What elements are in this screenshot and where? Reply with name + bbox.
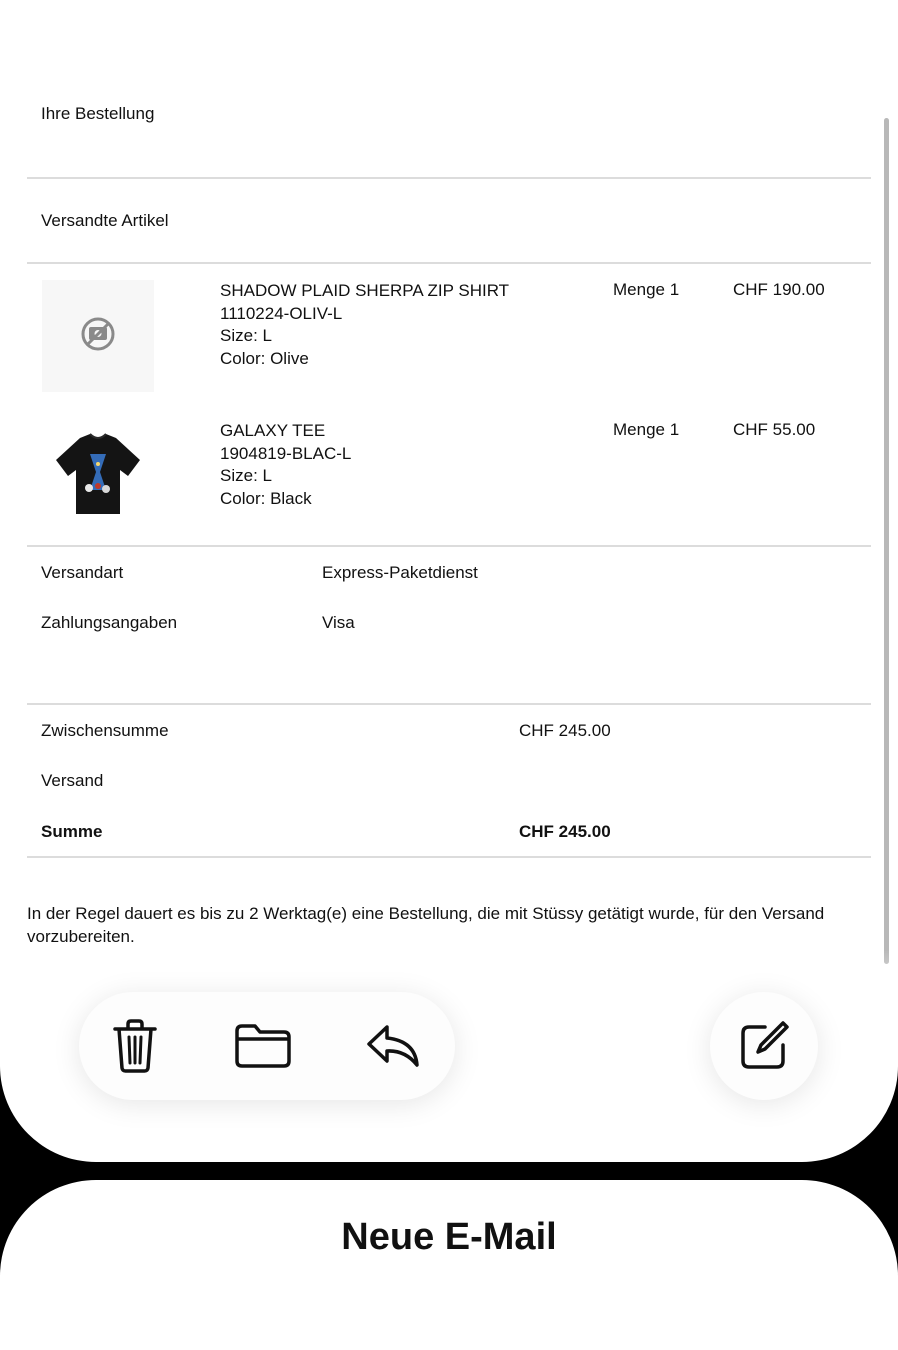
mail-message-sheet: Ihre Bestellung Versandte Artikel SHADOW…: [0, 0, 898, 1162]
reply-button[interactable]: [359, 1012, 427, 1080]
move-to-folder-button[interactable]: [229, 1012, 297, 1080]
divider: [27, 545, 871, 547]
item-details: GALAXY TEE 1904819-BLAC-L Size: L Color:…: [220, 420, 351, 510]
item-color: Color: Black: [220, 488, 312, 508]
item-color: Color: Olive: [220, 348, 309, 368]
item-size: Size: L: [220, 466, 272, 485]
compose-button[interactable]: [710, 992, 818, 1100]
item-price: CHF 190.00: [733, 280, 825, 299]
divider: [27, 177, 871, 179]
item-quantity: Menge 1: [613, 420, 680, 439]
scrollbar[interactable]: [884, 118, 889, 964]
shipping-method-value: Express-Paketdienst: [322, 563, 478, 582]
shipping-method-label: Versandart: [41, 563, 124, 582]
payment-value: Visa: [322, 613, 355, 632]
subtotal-label: Zwischensumme: [41, 721, 169, 740]
tshirt-image: [56, 433, 140, 514]
divider: [27, 703, 871, 705]
item-details: SHADOW PLAID SHERPA ZIP SHIRT 1110224-OL…: [220, 280, 509, 370]
mail-toolbar: [79, 992, 455, 1100]
shipping-cost-label: Versand: [41, 771, 104, 790]
divider: [27, 856, 871, 858]
new-mail-sheet[interactable]: Neue E-Mail: [0, 1180, 898, 1350]
item-size: Size: L: [220, 326, 272, 345]
order-heading: Ihre Bestellung: [41, 104, 155, 123]
total-value: CHF 245.00: [519, 822, 611, 841]
compose-icon: [741, 1021, 789, 1069]
order-item: GALAXY TEE 1904819-BLAC-L Size: L Color:…: [0, 420, 898, 550]
total-label: Summe: [41, 822, 103, 841]
reply-icon: [367, 1025, 419, 1067]
shipping-note: In der Regel dauert es bis zu 2 Werktag(…: [27, 904, 825, 946]
product-image: [42, 420, 154, 532]
trash-icon: [113, 1019, 157, 1073]
order-item: SHADOW PLAID SHERPA ZIP SHIRT 1110224-OL…: [0, 280, 898, 410]
item-price: CHF 55.00: [733, 420, 816, 439]
product-image-placeholder: [42, 280, 154, 392]
item-name: SHADOW PLAID SHERPA ZIP SHIRT: [220, 281, 510, 300]
shipped-items-heading: Versandte Artikel: [41, 211, 169, 230]
item-sku: 1110224-OLIV-L: [220, 303, 343, 323]
divider: [27, 262, 871, 264]
item-name: GALAXY TEE: [220, 421, 326, 440]
delete-button[interactable]: [101, 1012, 169, 1080]
item-sku: 1904819-BLAC-L: [220, 443, 352, 463]
no-photo-icon: [81, 317, 115, 351]
payment-label: Zahlungsangaben: [41, 613, 178, 632]
item-quantity: Menge 1: [613, 280, 680, 299]
folder-icon: [235, 1024, 291, 1068]
subtotal-value: CHF 245.00: [519, 721, 611, 740]
new-mail-title: Neue E-Mail: [341, 1216, 557, 1258]
